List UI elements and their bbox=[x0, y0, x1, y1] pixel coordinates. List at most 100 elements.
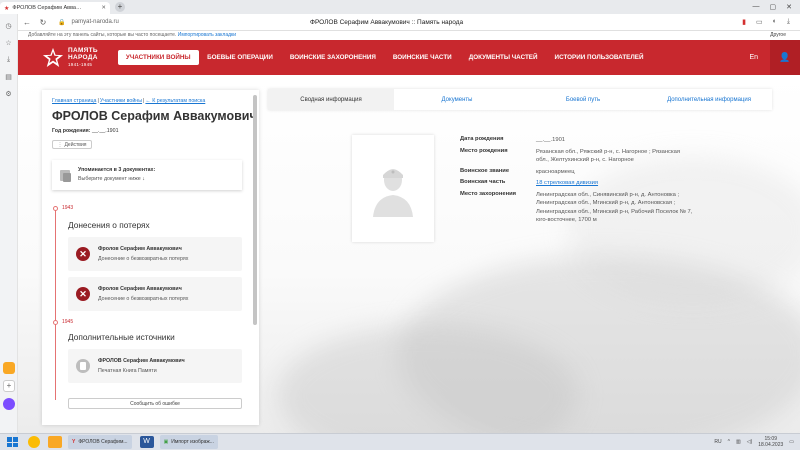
info-label: Место рождения bbox=[460, 147, 508, 154]
rail-app-icon[interactable] bbox=[3, 362, 15, 374]
chrome-icon[interactable] bbox=[28, 436, 40, 448]
info-label: Место захоронения bbox=[460, 190, 517, 197]
menu-item-units[interactable]: ВОИНСКИЕ ЧАСТИ bbox=[384, 54, 460, 61]
window-controls: — ▢ ✕ bbox=[753, 3, 800, 11]
rail-history-icon[interactable]: ◷ bbox=[5, 22, 11, 30]
taskbar-browser-task[interactable]: Y ФРОЛОВ Серафим... bbox=[68, 435, 132, 449]
birth-year-label: Год рождения: bbox=[52, 128, 91, 134]
tray-up-icon[interactable]: ^ bbox=[728, 439, 730, 445]
taskbar-task-label: ФРОЛОВ Серафим... bbox=[78, 439, 128, 445]
menu-item-burials[interactable]: ВОИНСКИЕ ЗАХОРОНЕНИЯ bbox=[281, 54, 384, 61]
menu-item-unit-docs[interactable]: ДОКУМЕНТЫ ЧАСТЕЙ bbox=[460, 54, 546, 61]
maximize-icon[interactable]: ▢ bbox=[770, 3, 777, 11]
rail-downloads-icon[interactable]: ⤓ bbox=[7, 56, 10, 64]
info-value: __.__.1901 bbox=[536, 137, 566, 143]
info-row-birth-date: Дата рождения __.__.1901 bbox=[460, 136, 698, 145]
browser-tab-title: ФРОЛОВ Серафим Авва… bbox=[12, 5, 82, 11]
rail-apps: + bbox=[3, 362, 15, 410]
breadcrumb: Главная страница|Участники войны|← К рез… bbox=[52, 98, 206, 104]
site-logo[interactable]: ПАМЯТЬ НАРОДА 1941-1945 bbox=[18, 47, 98, 69]
taskbar: Y ФРОЛОВ Серафим... W ▣ Импорт изображ..… bbox=[0, 433, 800, 450]
close-window-icon[interactable]: ✕ bbox=[786, 3, 792, 11]
loss-report-icon: ✕ bbox=[76, 247, 90, 261]
memory-book-icon bbox=[76, 359, 90, 373]
info-row-unit: Воинская часть 18 стрелковая дивизия bbox=[460, 179, 698, 188]
browser-tab-strip: ★ ФРОЛОВ Серафим Авва… ✕ + — ▢ ✕ bbox=[0, 0, 800, 14]
document-card[interactable]: ✕ Фролов Серафим Аввакумович Донесение о… bbox=[68, 277, 242, 311]
breadcrumb-back-to-results[interactable]: ← К результатам поиска bbox=[145, 98, 205, 104]
site-favicon-icon: ★ bbox=[4, 5, 10, 12]
menu-item-participants[interactable]: УЧАСТНИКИ ВОЙНЫ bbox=[117, 50, 199, 65]
download-icon[interactable]: ⤓ bbox=[787, 18, 790, 26]
url-text: pamyat-naroda.ru bbox=[71, 19, 119, 25]
import-bookmarks-link[interactable]: Импортировать закладки bbox=[178, 32, 236, 38]
minimize-icon[interactable]: — bbox=[753, 3, 760, 11]
tab-additional-info[interactable]: Дополнительная информация bbox=[646, 89, 772, 110]
user-account-button[interactable]: 👤 bbox=[770, 40, 800, 75]
network-icon[interactable]: ▥ bbox=[736, 439, 741, 445]
new-tab-button[interactable]: + bbox=[115, 2, 125, 12]
breadcrumb-home[interactable]: Главная страница bbox=[52, 98, 96, 104]
other-bookmarks[interactable]: Другое bbox=[770, 31, 786, 40]
extension-icon[interactable]: ◐ bbox=[773, 18, 777, 26]
document-card[interactable]: ФРОЛОВ Серафим Аввакумович Печатная Книг… bbox=[68, 349, 242, 383]
rail-add-icon[interactable]: + bbox=[3, 380, 15, 392]
start-button[interactable] bbox=[4, 436, 20, 448]
tray-lang[interactable]: RU bbox=[714, 439, 721, 445]
bookmark-icon[interactable]: ▮ bbox=[742, 18, 746, 26]
word-icon[interactable]: W bbox=[139, 436, 154, 448]
url-field[interactable]: 🔒 pamyat-naroda.ru bbox=[58, 19, 119, 26]
notifications-icon[interactable]: ▭ bbox=[789, 439, 794, 445]
person-card-scrollbar[interactable] bbox=[253, 95, 257, 325]
document-person-name: Фролов Серафим Аввакумович bbox=[98, 246, 182, 252]
bookmark-bar: Добавляйте на эту панель сайты, которые … bbox=[0, 31, 800, 40]
user-icon: 👤 bbox=[779, 52, 791, 62]
section-title-losses: Донесения о потерях bbox=[68, 220, 150, 230]
loss-report-icon: ✕ bbox=[76, 287, 90, 301]
info-row-rank: Воинское звание красноармеец bbox=[460, 168, 698, 177]
soldier-silhouette-icon bbox=[373, 168, 413, 217]
browser-tab[interactable]: ★ ФРОЛОВ Серафим Авва… ✕ bbox=[0, 2, 110, 14]
actions-button[interactable]: ⋮ Действия bbox=[52, 140, 92, 149]
alice-assistant-icon[interactable] bbox=[3, 398, 15, 410]
rail-notes-icon[interactable]: ▤ bbox=[5, 73, 12, 81]
birth-year-value: __.__.1901 bbox=[92, 128, 119, 134]
document-type: Донесение о безвозвратных потерях bbox=[98, 296, 189, 302]
refresh-icon[interactable]: ↻ bbox=[38, 18, 48, 27]
reader-icon[interactable]: ▭ bbox=[756, 18, 763, 26]
document-person-name: Фролов Серафим Аввакумович bbox=[98, 286, 182, 292]
menu-item-user-stories[interactable]: ИСТОРИИ ПОЛЬЗОВАТЕЛЕЙ bbox=[546, 54, 652, 61]
close-tab-icon[interactable]: ✕ bbox=[101, 5, 106, 11]
report-error-button[interactable]: Сообщить об ошибке bbox=[68, 398, 242, 409]
tab-combat-path[interactable]: Боевой путь bbox=[520, 89, 646, 110]
person-name: ФРОЛОВ Серафим Аввакумович bbox=[52, 109, 257, 123]
language-switch[interactable]: En bbox=[749, 54, 758, 61]
info-value: красноармеец bbox=[536, 168, 575, 175]
menu-item-operations[interactable]: БОЕВЫЕ ОПЕРАЦИИ bbox=[199, 54, 282, 61]
back-icon[interactable]: ← bbox=[22, 18, 32, 27]
logo-line1: ПАМЯТЬ bbox=[68, 47, 98, 54]
tab-documents[interactable]: Документы bbox=[394, 89, 520, 110]
timeline-year: 1943 bbox=[62, 205, 74, 211]
rail-bookmarks-icon[interactable]: ☆ bbox=[5, 39, 11, 47]
info-tabs: Сводная информация Документы Боевой путь… bbox=[268, 89, 772, 110]
volume-icon[interactable]: ◁) bbox=[747, 439, 753, 445]
yandex-icon: Y bbox=[72, 439, 76, 445]
document-type: Печатная Книга Памяти bbox=[98, 368, 157, 374]
explorer-icon[interactable] bbox=[48, 436, 62, 448]
bookmark-hint: Добавляйте на эту панель сайты, которые … bbox=[28, 32, 177, 38]
document-card[interactable]: ✕ Фролов Серафим Аввакумович Донесение о… bbox=[68, 237, 242, 271]
document-type: Донесение о безвозвратных потерях bbox=[98, 256, 189, 262]
breadcrumb-participants[interactable]: Участники войны bbox=[100, 98, 142, 104]
tab-summary[interactable]: Сводная информация bbox=[268, 89, 394, 110]
clock[interactable]: 15:09 18.04.2023 bbox=[758, 436, 783, 448]
taskbar-task-label: Импорт изображ... bbox=[171, 439, 214, 445]
rail-settings-icon[interactable]: ⚙ bbox=[5, 90, 11, 98]
person-photo bbox=[352, 135, 434, 242]
system-tray: RU ^ ▥ ◁) 15:09 18.04.2023 ▭ bbox=[714, 436, 800, 448]
taskbar-import-task[interactable]: ▣ Импорт изображ... bbox=[159, 435, 218, 449]
timeline-dot bbox=[53, 320, 58, 325]
timeline-line bbox=[55, 210, 56, 400]
unit-link[interactable]: 18 стрелковая дивизия bbox=[536, 179, 598, 188]
main-menu: УЧАСТНИКИ ВОЙНЫ БОЕВЫЕ ОПЕРАЦИИ ВОИНСКИЕ… bbox=[117, 50, 652, 65]
